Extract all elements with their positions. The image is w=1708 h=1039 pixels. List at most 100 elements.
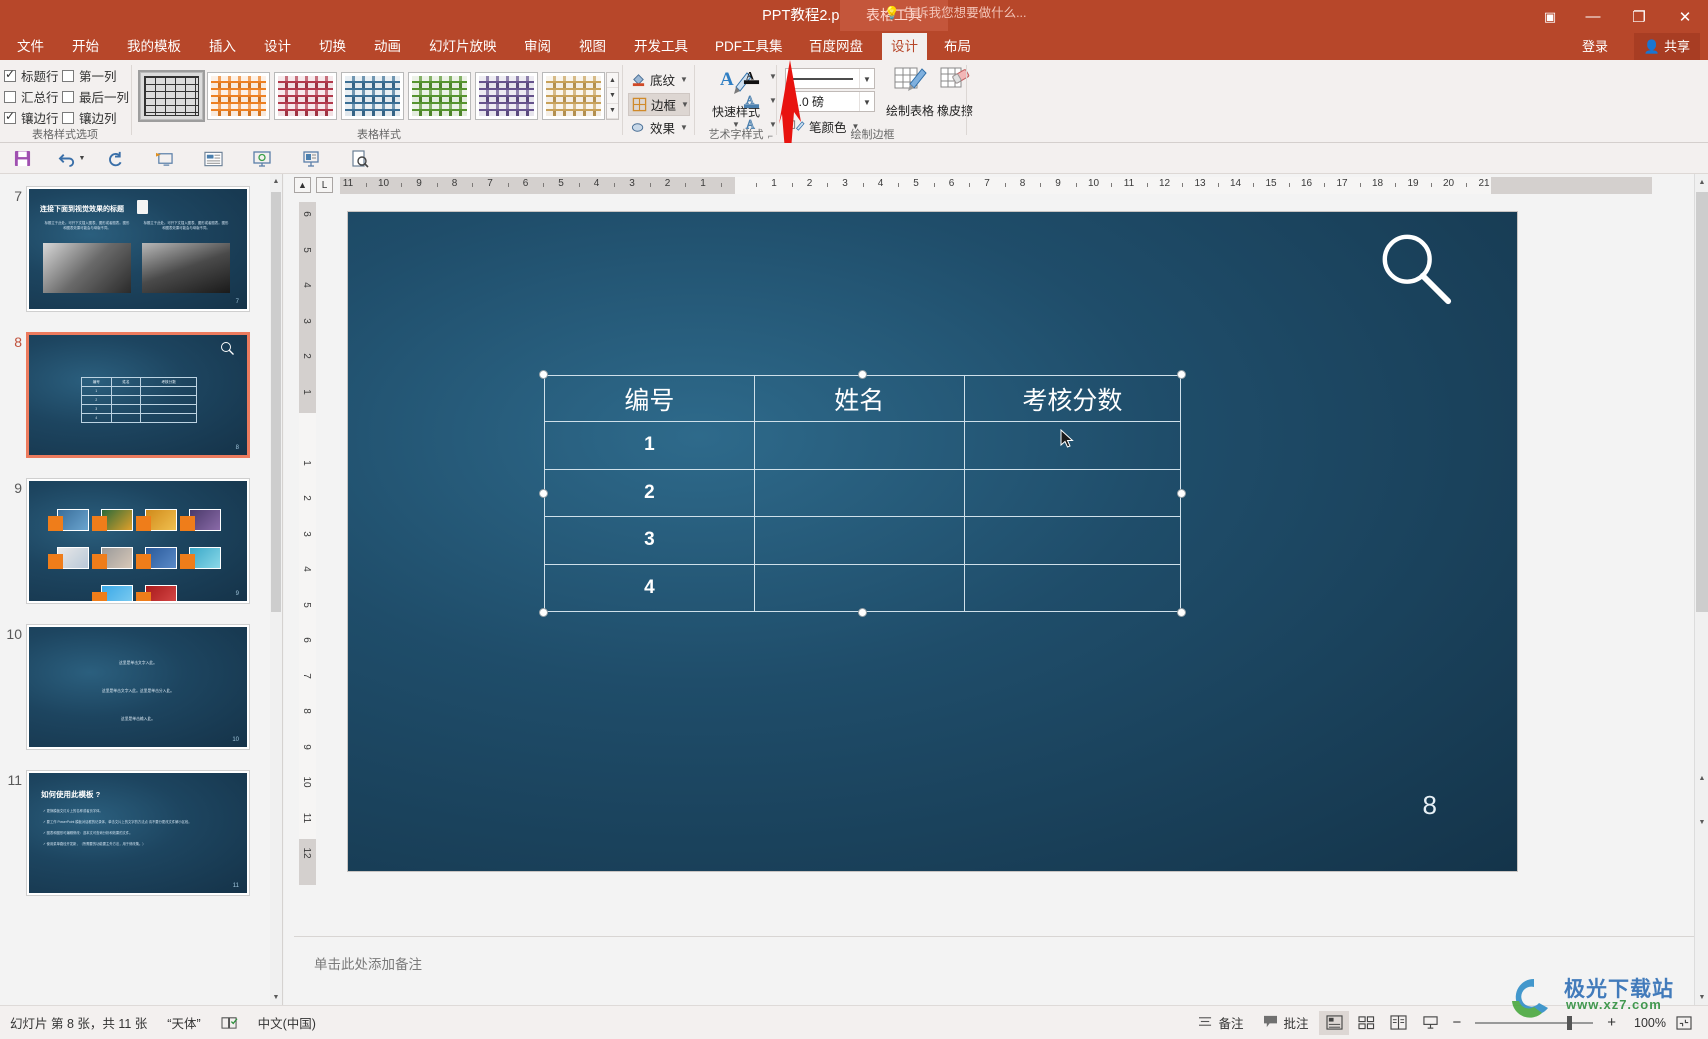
table-row[interactable]: 4	[544, 563, 1182, 612]
ribbon-tab-12[interactable]: 百度网盘	[800, 33, 872, 60]
resize-handle-bottom-left[interactable]	[539, 608, 548, 617]
undo-chevron-down-icon[interactable]: ▼	[76, 147, 88, 170]
thumbnail-frame[interactable]: 这里是单击文字入此。 这里是单击文字入此。这里是单击分入此。 这里是单击输入此。 10	[26, 624, 250, 750]
slide-table[interactable]: 编号 姓名 考核分数 1 2 3 4	[539, 370, 1186, 617]
checkbox-5[interactable]: 镶边列	[62, 108, 117, 127]
thumbnail-frame[interactable]: 连接下面到视觉效果的标题 标题立于此处。可开下文插入图表、图形或者图表。图形和图表…	[26, 186, 250, 312]
table-style-gold[interactable]	[542, 72, 605, 120]
table-header-cell[interactable]: 考核分数	[963, 375, 1182, 422]
comments-toggle-button[interactable]: 批注	[1253, 1011, 1318, 1035]
checkbox-box-icon[interactable]	[62, 90, 74, 103]
table-cell[interactable]: 4	[544, 563, 755, 612]
present-online-icon[interactable]	[250, 147, 274, 170]
fit-slide-to-window-button[interactable]	[1666, 1011, 1702, 1035]
print-preview-icon[interactable]	[348, 147, 372, 170]
table-cell[interactable]: 1	[544, 421, 755, 470]
redo-icon[interactable]	[103, 147, 127, 170]
borders-button[interactable]: 边框 ▼	[628, 93, 690, 116]
maximize-button[interactable]: ❐	[1616, 0, 1662, 33]
tab-stop-selector[interactable]: L	[316, 177, 333, 193]
table-style-plain-grid[interactable]	[138, 70, 205, 122]
scroll-to-top-button[interactable]: ▲	[294, 177, 311, 193]
sign-in-button[interactable]: 登录	[1574, 33, 1616, 60]
table-cell[interactable]	[963, 468, 1182, 517]
checkbox-1[interactable]: 第一列	[62, 66, 117, 85]
vertical-ruler[interactable]: 6 5 4 3 2 1 1 2 3 4 5 6 7 8 9 10 11 12	[299, 202, 316, 885]
thumb-scroll-up-icon[interactable]: ▲	[270, 174, 282, 189]
custom-show-icon[interactable]	[299, 147, 323, 170]
resize-handle-bottom-center[interactable]	[858, 608, 867, 617]
table-header-cell[interactable]: 姓名	[753, 375, 965, 422]
main-vertical-scrollbar[interactable]: ▲ ▲ ▼ ▼	[1694, 174, 1708, 1005]
resize-handle-top-left[interactable]	[539, 370, 548, 379]
checkbox-3[interactable]: 最后一列	[62, 87, 129, 106]
zoom-slider[interactable]	[1475, 1011, 1594, 1035]
view-reading-button[interactable]	[1383, 1011, 1413, 1035]
table-cell[interactable]	[753, 563, 965, 612]
table-cell[interactable]	[963, 563, 1182, 612]
new-slide-icon[interactable]	[201, 147, 225, 170]
checkbox-box-icon[interactable]	[62, 111, 74, 124]
ribbon-tab-5[interactable]: 切换	[310, 33, 355, 60]
ribbon-tab-9[interactable]: 视图	[570, 33, 615, 60]
gallery-more-icon[interactable]: ▼	[607, 104, 618, 119]
table-cell[interactable]	[753, 468, 965, 517]
thumbnail-scrollbar[interactable]: ▲ ▼	[270, 174, 282, 1005]
table-cell[interactable]	[753, 516, 965, 565]
notes-placeholder[interactable]: 单击此处添加备注	[314, 953, 422, 973]
table-header-row[interactable]: 编号 姓名 考核分数	[544, 375, 1182, 422]
table-style-blue[interactable]	[341, 72, 404, 120]
zoom-level-label[interactable]: 100%	[1622, 1016, 1666, 1030]
pen-style-chevron-down-icon[interactable]: ▼	[859, 69, 874, 88]
notes-toggle-button[interactable]: 备注	[1188, 1011, 1253, 1035]
thumb-scroll-down-icon[interactable]: ▼	[270, 990, 282, 1005]
ribbon-tab-6[interactable]: 动画	[365, 33, 410, 60]
ribbon-tab-14[interactable]: 布局	[935, 33, 980, 60]
table-style-orange[interactable]	[207, 72, 270, 120]
table-cell[interactable]: 3	[544, 516, 755, 565]
checkbox-box-icon[interactable]	[4, 67, 16, 82]
gallery-scroll-down-icon[interactable]: ▼	[607, 88, 618, 104]
ribbon-tab-2[interactable]: 我的模板	[118, 33, 190, 60]
table-row[interactable]: 2	[544, 468, 1182, 517]
gallery-scroll-buttons[interactable]: ▲ ▼ ▼	[606, 72, 619, 120]
table-cell[interactable]	[753, 421, 965, 470]
view-normal-button[interactable]	[1319, 1010, 1350, 1035]
zoom-out-button[interactable]: −	[1446, 1011, 1467, 1035]
minimize-button[interactable]: —	[1570, 0, 1616, 33]
ribbon-tab-7[interactable]: 幻灯片放映	[420, 33, 506, 60]
horizontal-ruler[interactable]: 11 10 9 8 7 6 5 4 3 2 1 1 2 3 4 5 6 7 8 9 10 11 12 13 14 15 16 17 18…	[340, 177, 1652, 194]
resize-handle-top-right[interactable]	[1177, 370, 1186, 379]
table-element[interactable]: 编号 姓名 考核分数 1 2 3 4	[544, 375, 1182, 612]
theme-name-label[interactable]: “天体”	[157, 1011, 210, 1035]
ribbon-tab-0[interactable]: 文件	[8, 33, 53, 60]
scrollbar-down-icon[interactable]: ▼	[1695, 989, 1708, 1005]
draw-table-button[interactable]: 绘制表格	[883, 64, 937, 119]
table-style-purple[interactable]	[475, 72, 538, 120]
table-row[interactable]: 3	[544, 516, 1182, 565]
thumbnail-frame[interactable]: 9	[26, 478, 250, 604]
checkbox-box-icon[interactable]	[62, 69, 74, 82]
tell-me-box[interactable]: 💡 告诉我您想要做什么...	[884, 0, 1027, 27]
effects-chevron-down-icon[interactable]: ▼	[680, 123, 688, 132]
table-header-cell[interactable]: 编号	[544, 375, 755, 422]
spellcheck-icon[interactable]	[211, 1011, 248, 1035]
view-slide-sorter-button[interactable]	[1351, 1011, 1381, 1035]
scrollbar-thumb[interactable]	[1696, 192, 1708, 612]
thumbnail-frame[interactable]: 如何使用此模板 ? ✓ 更换模板文灯片上的名称或者页字体。 ✓ 要工作 PowerP…	[26, 770, 250, 896]
thumb-scroll-thumb[interactable]	[271, 192, 281, 612]
checkbox-4[interactable]: 镶边行	[4, 108, 59, 127]
table-style-red[interactable]	[274, 72, 337, 120]
effects-button[interactable]: 效果 ▼	[628, 117, 690, 138]
ribbon-tab-1[interactable]: 开始	[63, 33, 108, 60]
resize-handle-middle-left[interactable]	[539, 489, 548, 498]
ribbon-tab-8[interactable]: 审阅	[515, 33, 560, 60]
thumbnail-frame[interactable]: 编号 姓名 考核分数 1 2 3 4 8	[26, 332, 250, 458]
ribbon-tab-3[interactable]: 插入	[200, 33, 245, 60]
resize-handle-top-center[interactable]	[858, 370, 867, 379]
view-slideshow-button[interactable]	[1415, 1011, 1445, 1035]
slide-canvas[interactable]: 编号 姓名 考核分数 1 2 3 4 8	[348, 212, 1517, 871]
resize-handle-middle-right[interactable]	[1177, 489, 1186, 498]
slide-count-label[interactable]: 幻灯片 第 8 张，共 11 张	[0, 1011, 157, 1035]
from-beginning-icon[interactable]	[152, 147, 176, 170]
